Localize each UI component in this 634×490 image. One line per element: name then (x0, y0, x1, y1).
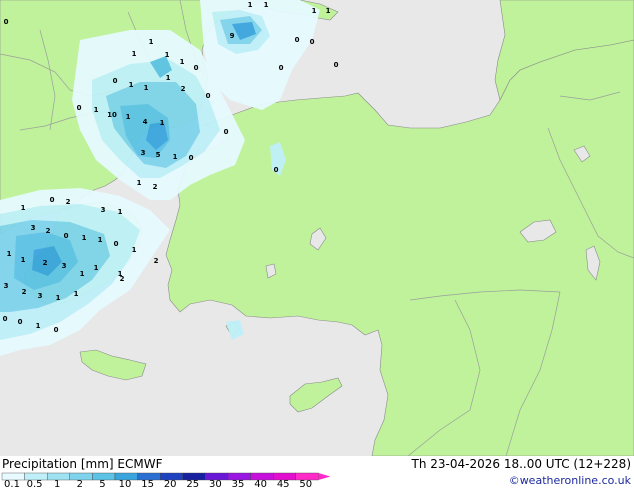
legend-tick-label: 1 (54, 479, 61, 490)
precip-value: 1 (74, 290, 79, 298)
precip-value: 1 (21, 204, 26, 212)
legend-overflow-arrow (318, 473, 330, 480)
precip-value: 1 (132, 246, 137, 254)
site-credit: ©weatheronline.co.uk (508, 474, 631, 487)
valid-time: Th 23-04-2026 18..00 UTC (12+228) (411, 457, 631, 471)
precip-value: 5 (156, 151, 161, 159)
legend-tick-label: 15 (141, 479, 154, 490)
precip-value: 2 (43, 259, 48, 267)
precip-value: 0 (4, 18, 9, 26)
precip-value: 0 (194, 64, 199, 72)
precip-value: 2 (154, 257, 159, 265)
precip-value: 10 (107, 111, 117, 119)
precip-value: 0 (50, 196, 55, 204)
precip-value: 1 (21, 256, 26, 264)
precip-value: 1 (129, 81, 134, 89)
precip-value: 1 (312, 7, 317, 15)
precip-value: 1 (149, 38, 154, 46)
legend-tick-label: 2 (76, 479, 83, 490)
precip-value: 1 (264, 1, 269, 9)
precip-value: 3 (101, 206, 106, 214)
precip-value: 1 (56, 294, 61, 302)
precip-value: 1 (118, 208, 123, 216)
color-scale-ticks: 0.1 0.5 1 2 5 10 15 20 25 30 35 40 45 50 (0, 480, 340, 490)
precip-value: 1 (132, 50, 137, 58)
precip-value: 0 (3, 315, 8, 323)
precip-value: 1 (94, 106, 99, 114)
precip-value: 1 (126, 113, 131, 121)
precip-value: 3 (38, 292, 43, 300)
precip-value: 1 (94, 264, 99, 272)
precip-value: 0 (189, 154, 194, 162)
precip-value: 2 (120, 275, 125, 283)
precip-value: 1 (180, 58, 185, 66)
precip-value: 0 (295, 36, 300, 44)
precipitation-map: 01 11 19 0 011 11000 011 1 210 14 10 13 5 1 01 200203 11… (0, 0, 634, 456)
precip-value: 1 (173, 153, 178, 161)
legend-title: Precipitation [mm] ECMWF (2, 457, 162, 471)
precip-value: 0 (310, 38, 315, 46)
legend-tick-label: 20 (163, 479, 177, 490)
precip-value: 0 (64, 232, 69, 240)
precip-value: 1 (144, 84, 149, 92)
precip-value: 0 (224, 128, 229, 136)
precip-value: 0 (279, 64, 284, 72)
precip-value: 0 (114, 240, 119, 248)
product-title: Precipitation [mm] (2, 457, 114, 471)
legend-tick-label: 35 (231, 479, 245, 490)
precip-value: 0 (18, 318, 23, 326)
precip-value: 1 (165, 51, 170, 59)
precip-value: 0 (274, 166, 279, 174)
precip-value: 1 (7, 250, 12, 258)
precip-value: 1 (98, 236, 103, 244)
precip-value: 3 (141, 149, 146, 157)
legend-tick-label: 0.1 (4, 479, 20, 490)
precip-value: 4 (143, 118, 148, 126)
precip-value: 1 (137, 179, 142, 187)
legend-tick-label: 40 (254, 479, 267, 490)
precip-value: 2 (66, 198, 71, 206)
precip-value: 3 (31, 224, 36, 232)
weather-map: 0 1 1 1 1 9 0 0 1 1 1 1 0 0 0 0 1 1 1 2 10 1 4 1 0 1 3 5 1 0 1 2 0 0 2 0 3 1 1… (0, 0, 634, 490)
precip-value: 3 (62, 262, 67, 270)
precip-value: 2 (153, 183, 158, 191)
legend-tick-label: 30 (209, 479, 222, 490)
precip-value: 1 (248, 1, 253, 9)
precip-value: 9 (230, 32, 235, 40)
footer: Precipitation [mm] ECMWF Th 23-04-2026 1… (0, 456, 634, 490)
precip-value: 2 (46, 227, 51, 235)
legend-tick-label: 5 (99, 479, 106, 490)
precip-value: 1 (160, 119, 165, 127)
model-name: ECMWF (117, 457, 163, 471)
precip-value: 0 (334, 61, 339, 69)
precip-value: 1 (82, 234, 87, 242)
precip-value: 0 (206, 92, 211, 100)
precip-value: 0 (113, 77, 118, 85)
precip-value: 3 (4, 282, 9, 290)
precip-value: 2 (181, 85, 186, 93)
precip-value: 0 (54, 326, 59, 334)
precip-value: 1 (166, 74, 171, 82)
precip-value: 1 (80, 270, 85, 278)
legend-tick-label: 45 (276, 479, 290, 490)
precip-value: 2 (22, 288, 27, 296)
legend-tick-label: 25 (186, 479, 200, 490)
precip-value: 0 (77, 104, 82, 112)
precip-value: 1 (36, 322, 41, 330)
legend-tick-label: 10 (118, 479, 132, 490)
precip-value: 1 (326, 7, 331, 15)
legend-tick-label: 0.5 (26, 479, 43, 490)
legend-tick-label: 50 (299, 479, 313, 490)
